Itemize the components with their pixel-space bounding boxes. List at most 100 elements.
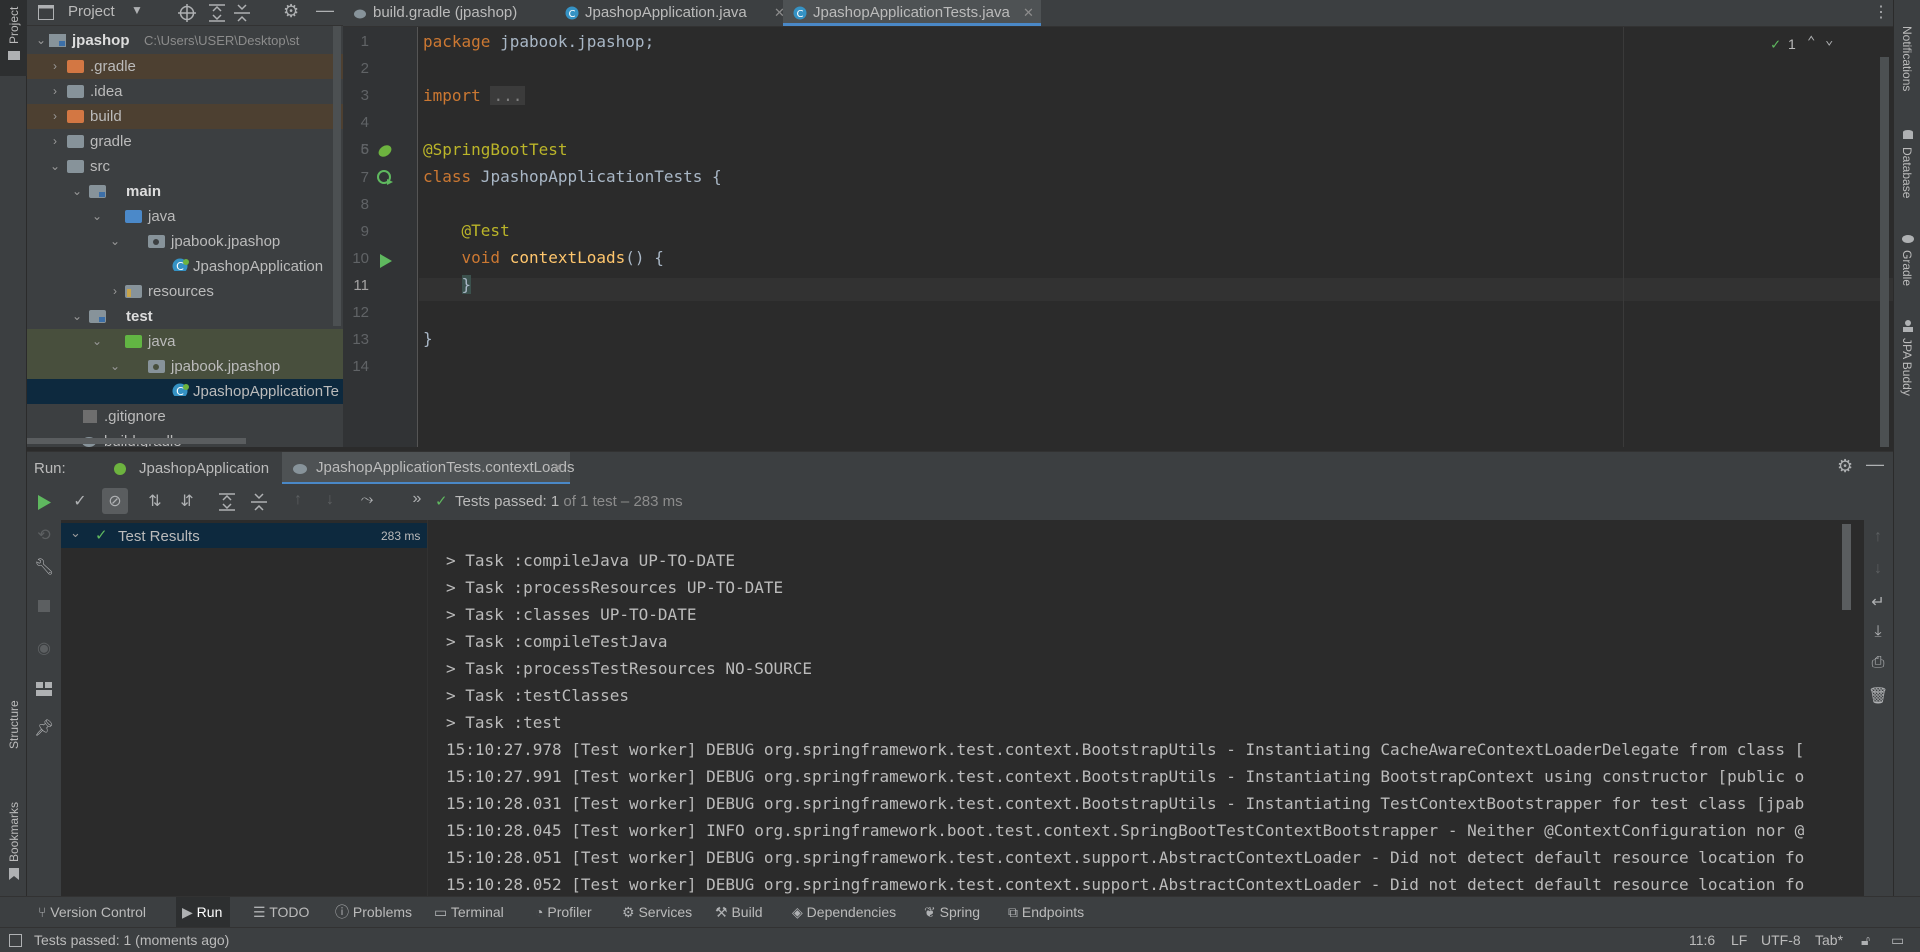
chevron-down-icon[interactable]: ⌄ xyxy=(107,229,123,254)
scroll-up-icon[interactable]: ↑ xyxy=(1868,528,1888,546)
inspection-widget[interactable]: ✓ 1 ⌃ ⌄ xyxy=(1771,32,1833,53)
chevron-right-icon[interactable]: › xyxy=(47,54,63,79)
editor-vertical-scrollbar[interactable] xyxy=(1880,57,1889,447)
code-editor[interactable]: package jpabook.jpashop; import ... @Spr… xyxy=(419,27,1893,447)
soft-wrap-icon[interactable]: ↵ xyxy=(1868,592,1888,612)
tree-item-jpashop[interactable]: ⌄ jpashop C:\Users\USER\Desktop\st xyxy=(27,28,343,53)
tree-item-gradle-dir[interactable]: › .gradle xyxy=(27,54,343,79)
console-output[interactable]: > Task :compileJava UP-TO-DATE > Task :p… xyxy=(429,520,1864,896)
project-vertical-scrollbar[interactable] xyxy=(333,26,341,326)
tool-run[interactable]: ▶ Run xyxy=(176,897,231,928)
show-passed-icon[interactable]: ✓ xyxy=(70,491,90,511)
bookmarks-stripe-button[interactable]: Bookmarks xyxy=(0,790,27,885)
tree-item-main-package[interactable]: ⌄ jpabook.jpashop xyxy=(27,229,343,254)
chevron-down-icon[interactable]: ⌄ xyxy=(47,154,63,179)
close-icon[interactable]: ✕ xyxy=(1023,0,1034,26)
collapse-all-icon[interactable] xyxy=(251,493,267,511)
eye-icon[interactable]: ◉ xyxy=(34,638,54,658)
tree-item-test-package[interactable]: ⌄ jpabook.jpashop xyxy=(27,354,343,379)
chevron-right-icon[interactable]: › xyxy=(47,104,63,129)
memory-indicator-icon[interactable]: ▭ xyxy=(1891,928,1904,952)
scroll-down-icon[interactable]: ↓ xyxy=(1868,560,1888,578)
hide-panel-icon[interactable]: — xyxy=(316,0,334,21)
tool-build[interactable]: ⚒ Build xyxy=(715,897,763,928)
tab-jpashop-application-tests[interactable]: C JpashopApplicationTests.java ✕ xyxy=(783,0,1041,26)
chevron-right-icon[interactable]: › xyxy=(47,129,63,154)
line-separator[interactable]: LF xyxy=(1731,928,1747,952)
close-icon[interactable]: ✕ xyxy=(552,460,563,476)
chevron-down-icon[interactable]: ⌄ xyxy=(69,179,85,204)
tool-endpoints[interactable]: ⧉ Endpoints xyxy=(1008,897,1084,928)
tree-item-resources[interactable]: › resources xyxy=(27,279,343,304)
tab-run-tests-context-loads[interactable]: JpashopApplicationTests.contextLoads ✕ xyxy=(282,452,575,485)
chevron-right-icon[interactable]: › xyxy=(47,79,63,104)
chevron-down-icon[interactable]: ⌄ xyxy=(89,204,105,229)
trash-icon[interactable]: 🗑︎ xyxy=(1868,686,1888,706)
sort-by-duration-icon[interactable]: ⇵ xyxy=(177,491,197,511)
tool-profiler[interactable]: ◔ Profiler xyxy=(535,897,592,928)
chevron-down-icon[interactable]: ⌄ xyxy=(1825,32,1833,48)
show-ignored-toggle[interactable]: ⊘ xyxy=(102,488,128,514)
tool-version-control[interactable]: ⑂ Version Control xyxy=(38,897,146,928)
project-panel-title[interactable]: Project xyxy=(68,3,115,20)
tree-item-test-java[interactable]: ⌄ java xyxy=(27,329,343,354)
more-tabs-icon[interactable]: ⋮ xyxy=(1873,2,1889,22)
expand-all-icon[interactable] xyxy=(209,4,225,22)
wrench-icon[interactable]: 🔧︎ xyxy=(34,557,54,577)
spring-bean-gutter-icon[interactable] xyxy=(377,143,393,159)
status-message[interactable]: Tests passed: 1 (moments ago) xyxy=(34,928,229,952)
gear-icon[interactable]: ⚙ xyxy=(1837,456,1853,477)
previous-failed-icon[interactable]: ↑ xyxy=(288,491,308,509)
rerun-icon[interactable] xyxy=(38,495,51,510)
tab-run-jpashop-application[interactable]: JpashopApplication xyxy=(87,452,282,485)
tree-item-test[interactable]: ⌄ test xyxy=(27,304,343,329)
indent-setting[interactable]: Tab* xyxy=(1815,928,1843,952)
tree-item-idea[interactable]: › .idea xyxy=(27,79,343,104)
hide-panel-icon[interactable]: — xyxy=(1866,454,1884,475)
status-window-icon[interactable] xyxy=(9,934,22,947)
tab-jpashop-application[interactable]: C JpashopApplication.java ✕ xyxy=(555,0,787,26)
tree-item-jpashop-application-tests[interactable]: C JpashopApplicationTe xyxy=(27,379,343,404)
project-view-dropdown-icon[interactable]: ▼ xyxy=(131,3,143,17)
lock-icon[interactable]: 🔓︎ xyxy=(1861,928,1870,952)
tab-build-gradle[interactable]: build.gradle (jpashop) xyxy=(343,0,551,26)
print-icon[interactable]: ⎙ xyxy=(1868,654,1888,672)
notifications-stripe-button[interactable]: Notifications xyxy=(1894,0,1920,110)
chevron-down-icon[interactable]: ⌄ xyxy=(89,329,105,354)
pin-icon[interactable]: 📌︎ xyxy=(34,718,54,738)
test-results-row[interactable]: ⌄ ✓ Test Results 283 ms xyxy=(61,523,427,548)
expand-all-icon[interactable] xyxy=(219,493,235,511)
console-vertical-scrollbar[interactable] xyxy=(1842,524,1851,610)
chevron-down-icon[interactable]: ⌄ xyxy=(69,304,85,329)
tool-problems[interactable]: ⓘ Problems xyxy=(335,897,412,928)
structure-stripe-button[interactable]: Structure xyxy=(0,685,27,765)
tree-item-build-dir[interactable]: › build xyxy=(27,104,343,129)
locate-icon[interactable] xyxy=(178,4,196,22)
collapse-all-icon[interactable] xyxy=(234,4,250,22)
tree-item-src[interactable]: ⌄ src xyxy=(27,154,343,179)
chevron-up-icon[interactable]: ⌃ xyxy=(1807,34,1815,50)
sort-alphabetically-icon[interactable]: ⇅ xyxy=(145,491,165,511)
test-history-icon[interactable]: ⤳ xyxy=(357,491,377,509)
tool-spring[interactable]: ❦ Spring xyxy=(924,897,980,928)
database-stripe-button[interactable]: Database xyxy=(1894,125,1920,210)
next-failed-icon[interactable]: ↓ xyxy=(320,491,340,509)
file-encoding[interactable]: UTF-8 xyxy=(1761,928,1801,952)
tool-terminal[interactable]: ▭ Terminal xyxy=(434,897,504,928)
folded-imports[interactable]: ... xyxy=(490,86,526,105)
project-stripe-button[interactable]: Project xyxy=(0,0,27,76)
run-test-gutter-icon[interactable] xyxy=(380,254,392,268)
horizontal-scrollbar[interactable] xyxy=(27,438,246,444)
rerun-failed-icon[interactable]: ⟲ xyxy=(34,525,54,545)
more-actions-icon[interactable]: » xyxy=(407,490,427,508)
gear-icon[interactable]: ⚙ xyxy=(283,1,299,22)
tree-item-gitignore[interactable]: .gitignore xyxy=(27,404,343,429)
chevron-down-icon[interactable]: ⌄ xyxy=(33,28,49,53)
chevron-right-icon[interactable]: › xyxy=(107,279,123,304)
layout-icon[interactable] xyxy=(36,682,52,696)
gradle-stripe-button[interactable]: Gradle xyxy=(1894,228,1920,298)
tree-item-gradle[interactable]: › gradle xyxy=(27,129,343,154)
tree-item-main-java[interactable]: ⌄ java xyxy=(27,204,343,229)
tree-item-jpashop-application[interactable]: C JpashopApplication xyxy=(27,254,343,279)
chevron-down-icon[interactable]: ⌄ xyxy=(70,525,81,541)
